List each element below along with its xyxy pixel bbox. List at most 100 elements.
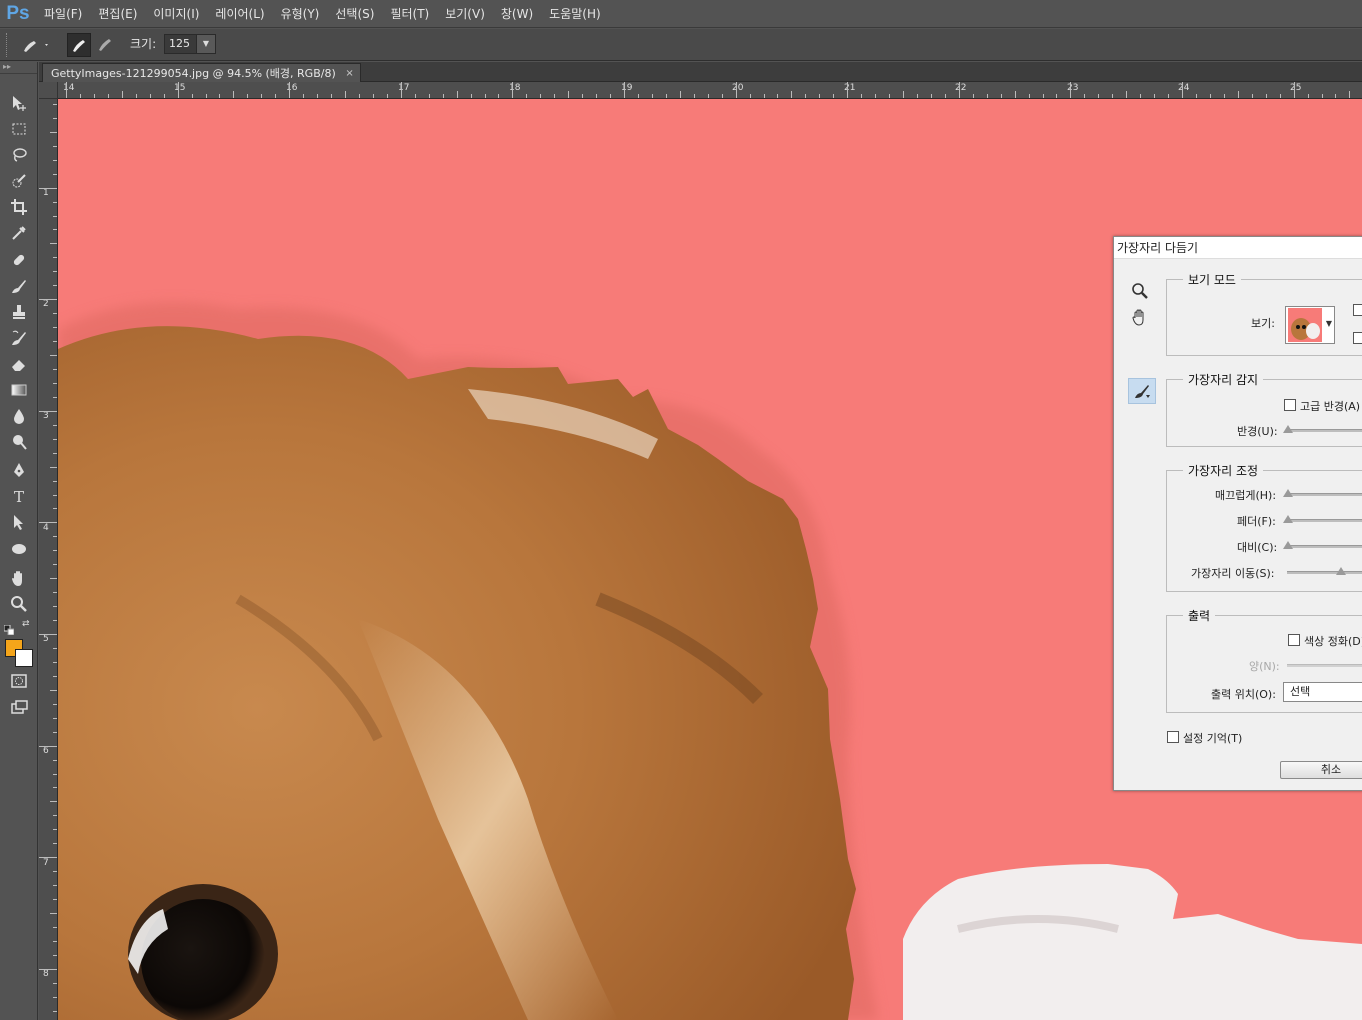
feather-label: 페더(F): <box>1237 515 1276 528</box>
smooth-slider[interactable] <box>1287 493 1362 496</box>
radius-slider-thumb[interactable] <box>1283 425 1293 433</box>
crop-icon[interactable] <box>7 195 31 219</box>
menu-file[interactable]: 파일(F) <box>36 0 90 28</box>
output-to-select[interactable]: 선택 <box>1283 682 1362 702</box>
lasso-icon[interactable] <box>7 143 31 167</box>
hand-icon[interactable] <box>7 566 31 590</box>
feather-slider-thumb[interactable] <box>1283 515 1293 523</box>
move-icon[interactable] <box>7 91 31 115</box>
ruler-label: 3 <box>43 411 49 421</box>
ruler-tick <box>1335 94 1337 98</box>
toolbox-collapse-icon[interactable]: ▸▸ <box>0 62 37 74</box>
dodge-icon[interactable] <box>7 430 31 454</box>
ruler-tick <box>679 91 681 98</box>
ruler-tick <box>610 94 612 98</box>
menu-image[interactable]: 이미지(I) <box>145 0 207 28</box>
zoom-icon[interactable] <box>7 592 31 616</box>
blur-icon[interactable] <box>7 404 31 428</box>
close-icon[interactable]: × <box>345 64 353 83</box>
ruler-tick <box>50 913 57 914</box>
menu-select[interactable]: 선택(S) <box>327 0 382 28</box>
default-colors-icon[interactable] <box>3 620 15 636</box>
ruler-tick <box>121 91 123 98</box>
history-brush-icon[interactable] <box>7 326 31 350</box>
ruler-tick <box>53 103 57 105</box>
size-dropdown-button[interactable]: ▼ <box>196 34 216 54</box>
menu-layer[interactable]: 레이어(L) <box>207 0 272 28</box>
ruler-tick <box>39 634 57 635</box>
document-tab-title: GettyImages-121299054.jpg @ 94.5% (배경, R… <box>51 67 336 80</box>
ruler-tick <box>53 954 57 956</box>
ruler-tick <box>53 145 57 147</box>
ruler-tick <box>1223 94 1225 98</box>
ellipse-icon[interactable] <box>7 536 31 560</box>
quick-selection-icon[interactable] <box>7 169 31 193</box>
quick-mask-icon[interactable] <box>7 669 31 693</box>
horizontal-ruler[interactable]: 14 15 16 17 18 19 20 21 22 23 24 25 <box>58 82 1362 99</box>
show-original-checkbox[interactable] <box>1353 332 1362 344</box>
screen-mode-icon[interactable] <box>7 695 31 719</box>
menu-window[interactable]: 창(W) <box>493 0 541 28</box>
marquee-icon[interactable] <box>7 117 31 141</box>
menu-filter[interactable]: 필터(T) <box>382 0 437 28</box>
view-mode-picker[interactable]: ▼ <box>1285 306 1335 344</box>
ruler-label: 18 <box>509 83 521 93</box>
feather-slider[interactable] <box>1287 519 1362 522</box>
cancel-button[interactable]: 취소 <box>1280 761 1362 779</box>
ruler-origin[interactable] <box>39 82 58 99</box>
expand-detection-brush-button[interactable] <box>67 33 91 57</box>
contrast-slider-thumb[interactable] <box>1283 541 1293 549</box>
smart-radius-label: 고급 반경(A) <box>1300 400 1361 413</box>
radius-slider[interactable] <box>1287 429 1362 432</box>
shift-edge-slider[interactable] <box>1287 571 1362 574</box>
path-selection-icon[interactable] <box>7 510 31 534</box>
vertical-ruler[interactable]: 1 2 3 4 5 6 7 8 <box>39 99 58 1020</box>
menu-type[interactable]: 유형(Y) <box>273 0 328 28</box>
smart-radius-checkbox[interactable] <box>1284 399 1296 411</box>
shift-edge-slider-thumb[interactable] <box>1336 567 1346 575</box>
healing-brush-icon[interactable] <box>7 248 31 272</box>
contrast-slider[interactable] <box>1287 545 1362 548</box>
eraser-icon[interactable] <box>7 352 31 376</box>
smooth-slider-thumb[interactable] <box>1283 489 1293 497</box>
ruler-tick <box>53 843 57 845</box>
ruler-tick <box>177 82 179 98</box>
ruler-tick <box>53 452 57 454</box>
pen-icon[interactable] <box>7 458 31 482</box>
ruler-tick <box>53 982 57 984</box>
menu-edit[interactable]: 편집(E) <box>90 0 145 28</box>
zoom-icon[interactable] <box>1130 281 1150 301</box>
ruler-tick <box>749 94 751 98</box>
type-icon[interactable]: T <box>7 484 31 508</box>
show-radius-checkbox[interactable] <box>1353 304 1362 316</box>
ruler-tick <box>53 620 57 622</box>
ruler-tick <box>582 94 584 98</box>
ruler-tick <box>1265 94 1267 98</box>
ruler-tick <box>833 94 835 98</box>
menu-view[interactable]: 보기(V) <box>437 0 493 28</box>
ruler-tick <box>526 94 528 98</box>
brush-icon[interactable] <box>7 274 31 298</box>
options-grip[interactable] <box>6 33 10 57</box>
clone-stamp-icon[interactable] <box>7 300 31 324</box>
menu-help[interactable]: 도움말(H) <box>541 0 609 28</box>
edge-detection-title: 가장자리 감지 <box>1183 371 1264 388</box>
remember-settings-checkbox[interactable] <box>1167 731 1179 743</box>
decontaminate-colors-checkbox[interactable] <box>1288 634 1300 646</box>
document-tab[interactable]: GettyImages-121299054.jpg @ 94.5% (배경, R… <box>42 63 361 82</box>
ruler-tick <box>345 91 346 98</box>
background-color-swatch[interactable] <box>15 649 33 667</box>
ruler-tick <box>53 703 57 705</box>
ruler-tick <box>53 327 57 329</box>
ruler-tick <box>1098 94 1100 98</box>
refine-radius-brush-icon[interactable] <box>1128 378 1156 404</box>
tool-preset-picker[interactable] <box>18 33 58 57</box>
ruler-tick <box>1307 94 1309 98</box>
hand-icon[interactable] <box>1130 307 1150 327</box>
gradient-icon[interactable] <box>7 378 31 402</box>
ruler-tick <box>50 466 57 468</box>
eyedropper-icon[interactable] <box>7 221 31 245</box>
swap-colors-icon[interactable]: ⇄ <box>22 619 32 629</box>
ruler-tick <box>53 815 57 817</box>
erase-refinements-brush-button[interactable] <box>94 33 118 57</box>
